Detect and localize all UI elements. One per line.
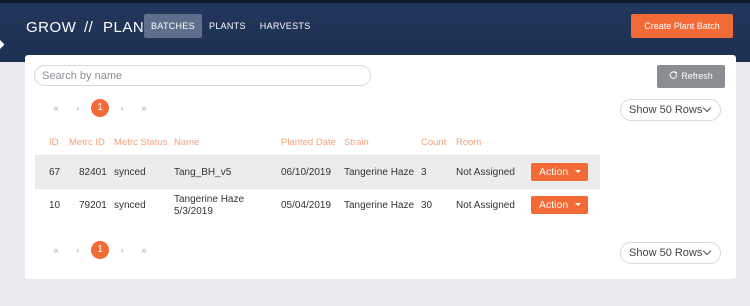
refresh-icon bbox=[669, 71, 678, 79]
nav-batches[interactable]: BATCHES bbox=[144, 14, 202, 38]
sidebar-toggle-icon[interactable] bbox=[0, 40, 6, 49]
column-header-metrc-id[interactable]: Metrc ID bbox=[69, 137, 105, 148]
nav-plants[interactable]: PLANTS bbox=[202, 14, 253, 38]
column-header-planted-date[interactable]: Planted Date bbox=[281, 137, 336, 148]
column-header-strain[interactable]: Strain bbox=[344, 137, 369, 148]
cell-room: Not Assigned bbox=[456, 167, 515, 178]
rows-select-label: Show 50 Rows bbox=[629, 247, 703, 259]
page-last-button[interactable]: » bbox=[133, 103, 155, 113]
table-row[interactable]: 10 79201 synced Tangerine Haze 5/3/2019 … bbox=[35, 188, 600, 221]
cell-planted-date: 05/04/2019 bbox=[281, 200, 332, 211]
top-border bbox=[0, 0, 750, 3]
page-last-button[interactable]: » bbox=[133, 245, 155, 255]
cell-metrc-id: 79201 bbox=[79, 200, 107, 211]
column-header-metrc-status[interactable]: Metrc Status bbox=[114, 137, 167, 148]
search-input[interactable] bbox=[34, 65, 371, 86]
column-header-name[interactable]: Name bbox=[174, 137, 199, 148]
chevron-down-icon bbox=[702, 103, 712, 113]
main-nav: BATCHES PLANTS HARVESTS bbox=[144, 14, 318, 38]
cell-id: 67 bbox=[49, 167, 61, 178]
refresh-button[interactable]: Refresh bbox=[657, 65, 725, 88]
page-current-button[interactable]: 1 bbox=[91, 99, 109, 117]
pagination-top: « ‹ 1 › » bbox=[45, 99, 155, 117]
page-first-button[interactable]: « bbox=[45, 103, 67, 113]
table-header: ID Metrc ID Metrc Status Name Planted Da… bbox=[25, 137, 625, 151]
column-header-room[interactable]: Room bbox=[456, 137, 481, 148]
page-prev-button[interactable]: ‹ bbox=[67, 103, 89, 113]
page-next-button[interactable]: › bbox=[111, 245, 133, 255]
nav-harvests[interactable]: HARVESTS bbox=[253, 14, 318, 38]
cell-strain: Tangerine Haze bbox=[344, 200, 415, 211]
action-dropdown-button[interactable]: Action bbox=[531, 163, 588, 181]
chevron-down-icon bbox=[702, 246, 712, 256]
cell-id: 10 bbox=[49, 200, 61, 211]
cell-planted-date: 06/10/2019 bbox=[281, 167, 332, 178]
cell-count: 30 bbox=[421, 200, 433, 211]
cell-room: Not Assigned bbox=[456, 200, 515, 211]
table-row[interactable]: 67 82401 synced Tang_BH_v5 06/10/2019 Ta… bbox=[35, 155, 600, 188]
batches-panel: Refresh « ‹ 1 › » Show 50 Rows ID Metrc … bbox=[25, 55, 736, 279]
pagination-bottom: « ‹ 1 › » bbox=[45, 241, 155, 259]
caret-down-icon bbox=[575, 170, 581, 173]
brand-left: GROW bbox=[26, 19, 77, 36]
cell-strain: Tangerine Haze bbox=[344, 167, 415, 178]
caret-down-icon bbox=[575, 203, 581, 206]
refresh-label: Refresh bbox=[681, 71, 713, 81]
cell-metrc-id: 82401 bbox=[79, 167, 107, 178]
column-header-count[interactable]: Count bbox=[421, 137, 446, 148]
cell-name: Tangerine Haze 5/3/2019 bbox=[174, 194, 245, 217]
action-label: Action bbox=[539, 166, 569, 178]
page-current-button[interactable]: 1 bbox=[91, 241, 109, 259]
cell-count: 3 bbox=[421, 167, 427, 178]
page-first-button[interactable]: « bbox=[45, 245, 67, 255]
action-label: Action bbox=[539, 199, 569, 211]
rows-per-page-select[interactable]: Show 50 Rows bbox=[620, 242, 721, 264]
page-prev-button[interactable]: ‹ bbox=[67, 245, 89, 255]
brand-separator: // bbox=[84, 19, 94, 36]
action-dropdown-button[interactable]: Action bbox=[531, 196, 588, 214]
rows-per-page-select[interactable]: Show 50 Rows bbox=[620, 99, 721, 121]
cell-metrc-status: synced bbox=[114, 167, 146, 178]
column-header-id[interactable]: ID bbox=[49, 137, 59, 148]
page-next-button[interactable]: › bbox=[111, 103, 133, 113]
app-header: GROW // PLANTS BATCHES PLANTS HARVESTS C… bbox=[0, 0, 750, 62]
create-plant-batch-button[interactable]: Create Plant Batch bbox=[631, 14, 733, 38]
cell-name: Tang_BH_v5 bbox=[174, 167, 232, 178]
cell-metrc-status: synced bbox=[114, 200, 146, 211]
rows-select-label: Show 50 Rows bbox=[629, 104, 703, 116]
